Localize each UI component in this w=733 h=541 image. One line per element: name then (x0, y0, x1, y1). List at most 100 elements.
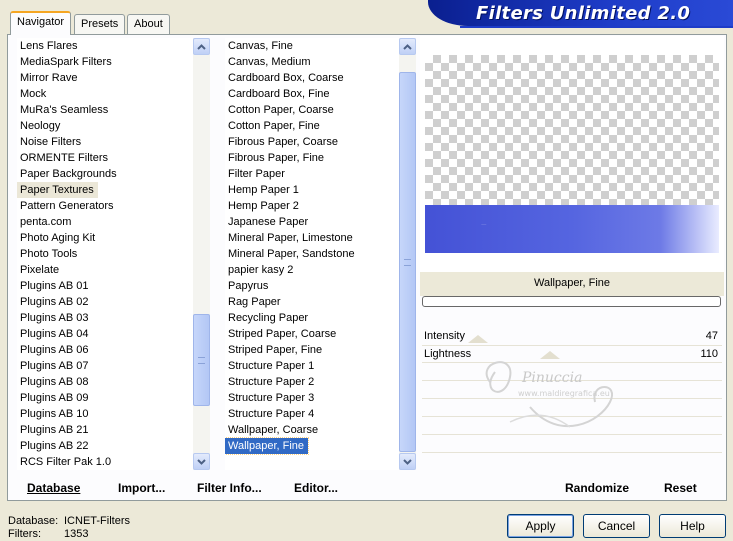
list-item[interactable]: Plugins AB 02 (17, 294, 193, 310)
list-item[interactable]: Plugins AB 03 (17, 310, 193, 326)
list-item-label: Structure Paper 4 (228, 408, 315, 420)
list-item[interactable]: Plugins AB 04 (17, 326, 193, 342)
list-item[interactable]: ORMENTE Filters (17, 150, 193, 166)
preview-transparency (425, 55, 719, 205)
list-item[interactable]: Cardboard Box, Fine (225, 86, 399, 102)
list-item[interactable]: Plugins AB 10 (17, 406, 193, 422)
list-item[interactable]: Cotton Paper, Fine (225, 118, 399, 134)
list-item[interactable]: Hemp Paper 2 (225, 198, 399, 214)
list-item-label: Cotton Paper, Fine (228, 120, 320, 132)
list-item[interactable]: Fibrous Paper, Fine (225, 150, 399, 166)
list-item[interactable]: Paper Backgrounds (17, 166, 193, 182)
filter-scrollbar[interactable] (399, 38, 416, 470)
list-item[interactable]: Mock (17, 86, 193, 102)
list-item-label: Structure Paper 1 (228, 360, 315, 372)
apply-button[interactable]: Apply (507, 514, 574, 538)
tab-presets[interactable]: Presets (74, 14, 126, 34)
list-item[interactable]: Noise Filters (17, 134, 193, 150)
list-item-label: Lens Flares (20, 40, 78, 52)
category-scrollbar[interactable] (193, 38, 210, 470)
category-list[interactable]: Lens Flares MediaSpark Filters Mirror Rave… (17, 38, 193, 470)
list-item[interactable]: Plugins AB 01 (17, 278, 193, 294)
tab-about[interactable]: About (127, 14, 170, 34)
list-item[interactable]: Plugins AB 09 (17, 390, 193, 406)
list-item[interactable]: Neology (17, 118, 193, 134)
list-item[interactable]: Striped Paper, Fine (225, 342, 399, 358)
list-item-label: Rag Paper (228, 296, 281, 308)
scroll-down-button[interactable] (193, 453, 210, 470)
list-item[interactable]: Cardboard Box, Coarse (225, 70, 399, 86)
database-button[interactable]: Database (27, 481, 80, 495)
list-item[interactable]: Recycling Paper (225, 310, 399, 326)
scroll-thumb[interactable] (399, 72, 416, 452)
list-item[interactable]: Lens Flares (17, 38, 193, 54)
list-item[interactable]: Canvas, Fine (225, 38, 399, 54)
list-item-label: Plugins AB 03 (20, 312, 89, 324)
list-item[interactable]: Pattern Generators (17, 198, 193, 214)
cancel-button[interactable]: Cancel (583, 514, 650, 538)
list-item[interactable]: Pixelate (17, 262, 193, 278)
intensity-slider[interactable]: Intensity 47 (422, 328, 722, 344)
list-item[interactable]: Plugins AB 08 (17, 374, 193, 390)
list-item[interactable]: Papyrus (225, 278, 399, 294)
list-item[interactable]: Plugins AB 22 (17, 438, 193, 454)
list-item[interactable]: MediaSpark Filters (17, 54, 193, 70)
list-item[interactable]: RCS Filter Pak 1.0 (17, 454, 193, 470)
list-item-label: Plugins AB 22 (20, 440, 89, 452)
list-item[interactable]: Cotton Paper, Coarse (225, 102, 399, 118)
help-button[interactable]: Help (659, 514, 726, 538)
status-database-label: Database: (8, 515, 59, 527)
list-item-label: Wallpaper, Coarse (228, 424, 319, 436)
editor-button[interactable]: Editor... (294, 481, 338, 495)
list-item[interactable]: Japanese Paper (225, 214, 399, 230)
list-item[interactable]: Structure Paper 3 (225, 390, 399, 406)
list-item-label: Pixelate (20, 264, 60, 276)
list-item[interactable]: Structure Paper 1 (225, 358, 399, 374)
list-item-label: Striped Paper, Fine (228, 344, 323, 356)
list-item[interactable]: Photo Tools (17, 246, 193, 262)
svg-text:Pinuccia: Pinuccia (521, 370, 582, 386)
list-item[interactable]: Paper Textures (17, 182, 193, 198)
list-item-label: MuRa's Seamless (20, 104, 109, 116)
list-item-label: Filter Paper (228, 168, 285, 180)
scroll-up-button[interactable] (399, 38, 416, 55)
list-item[interactable]: Wallpaper, Fine (225, 437, 399, 455)
chevron-up-icon (403, 43, 412, 50)
list-item[interactable]: Canvas, Medium (225, 54, 399, 70)
list-item[interactable]: Plugins AB 07 (17, 358, 193, 374)
filter-info-button[interactable]: Filter Info... (197, 481, 262, 495)
list-item[interactable]: Photo Aging Kit (17, 230, 193, 246)
filter-list[interactable]: Canvas, Fine Canvas, Medium Cardboard Box,… (225, 38, 399, 470)
list-item-label: Photo Aging Kit (20, 232, 96, 244)
scroll-up-button[interactable] (193, 38, 210, 55)
list-item[interactable]: penta.com (17, 214, 193, 230)
list-item[interactable]: Mineral Paper, Limestone (225, 230, 399, 246)
list-item-label: Fibrous Paper, Coarse (228, 136, 339, 148)
scroll-thumb[interactable] (193, 314, 210, 406)
list-item[interactable]: Plugins AB 21 (17, 422, 193, 438)
list-item[interactable]: Mirror Rave (17, 70, 193, 86)
list-item[interactable]: Structure Paper 2 (225, 374, 399, 390)
list-item-label: Pattern Generators (20, 200, 114, 212)
list-item[interactable]: papier kasy 2 (225, 262, 399, 278)
list-item[interactable]: Mineral Paper, Sandstone (225, 246, 399, 262)
list-item[interactable]: Striped Paper, Coarse (225, 326, 399, 342)
list-item-label: Papyrus (228, 280, 269, 292)
tab-navigator[interactable]: Navigator (10, 11, 72, 35)
list-item[interactable]: Wallpaper, Coarse (225, 422, 399, 438)
list-item[interactable]: Filter Paper (225, 166, 399, 182)
list-item[interactable]: Structure Paper 4 (225, 406, 399, 422)
list-item[interactable]: Hemp Paper 1 (225, 182, 399, 198)
scroll-down-button[interactable] (399, 453, 416, 470)
list-item-label: Plugins AB 09 (20, 392, 89, 404)
list-item-label: Mirror Rave (20, 72, 78, 84)
list-item[interactable]: Fibrous Paper, Coarse (225, 134, 399, 150)
list-item[interactable]: MuRa's Seamless (17, 102, 193, 118)
reset-button[interactable]: Reset (664, 481, 697, 495)
randomize-button[interactable]: Randomize (565, 481, 629, 495)
list-item[interactable]: Rag Paper (225, 294, 399, 310)
list-item[interactable]: Plugins AB 06 (17, 342, 193, 358)
list-item-label: Paper Textures (17, 182, 98, 198)
list-item-label: Neology (20, 120, 61, 132)
import-button[interactable]: Import... (118, 481, 165, 495)
